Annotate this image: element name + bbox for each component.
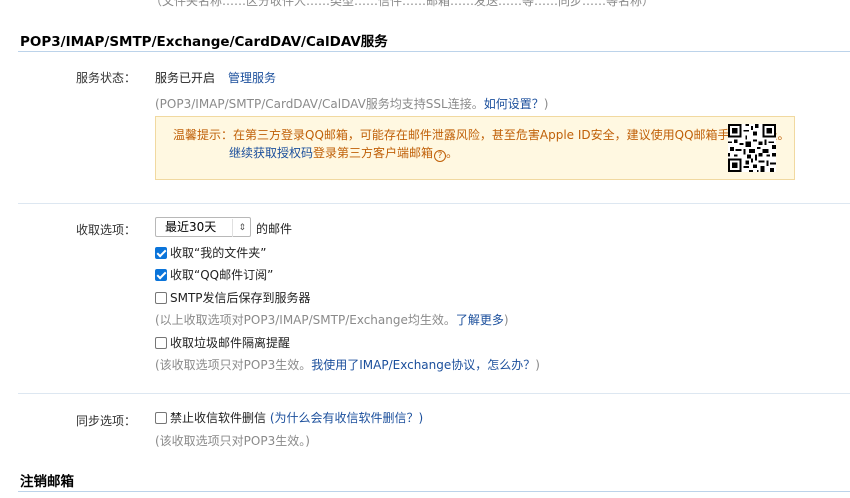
checkbox-spam-reminder[interactable] [155, 337, 167, 349]
tip-line2-end: 。 [446, 146, 459, 160]
pop3-section-title: POP3/IMAP/SMTP/Exchange/CardDAV/CalDAV服务 [20, 34, 388, 50]
option-subscription[interactable]: 收取“QQ邮件订阅” [155, 266, 273, 283]
learn-more-link[interactable]: 了解更多 [456, 313, 504, 327]
option-smtp-save[interactable]: SMTP发信后保存到服务器 [155, 289, 311, 306]
option-my-folders[interactable]: 收取“我的文件夹” [155, 244, 266, 261]
truncated-top-text: （文件夹名称……区分收件人……类型……信件……邮箱……发送……等……同步……等名… [150, 0, 655, 8]
section-divider [18, 491, 850, 492]
pop3-note-text: (该收取选项只对POP3生效。 [155, 358, 312, 372]
checkbox-subscription[interactable] [155, 269, 167, 281]
service-status-value: 服务已开启 [155, 71, 216, 85]
checkbox-smtp-save[interactable] [155, 292, 167, 304]
receive-range-suffix: 的邮件 [256, 222, 293, 236]
qr-code-icon [728, 124, 776, 172]
imap-exchange-help-link[interactable]: 我使用了IMAP/Exchange协议，怎么办？ [311, 358, 535, 372]
security-tip-line2: 继续获取授权码登录第三方客户端邮箱?。 [229, 144, 458, 162]
receive-range-select[interactable]: 最近30天 ⇕ [155, 217, 251, 237]
cancel-account-title: 注销邮箱 [20, 474, 74, 490]
scope-note-close: ) [503, 313, 509, 327]
ssl-note: (POP3/IMAP/SMTP/CardDAV/CalDAV服务均支持SSL连接… [155, 95, 548, 112]
select-arrow-icon: ⇕ [232, 219, 246, 237]
sync-options-label: 同步选项： [75, 414, 136, 428]
receive-options-label: 收取选项： [75, 223, 136, 237]
ssl-note-close: ) [543, 97, 549, 111]
receive-range-value: 最近30天 [165, 220, 217, 234]
option-no-delete-label: 禁止收信软件删信 [170, 411, 267, 425]
pop3-only-note: (该收取选项只对POP3生效。我使用了IMAP/Exchange协议，怎么办？) [155, 356, 540, 373]
divider [18, 203, 850, 204]
options-scope-note: (以上收取选项对POP3/IMAP/SMTP/Exchange均生效。了解更多) [155, 311, 509, 328]
option-spam-reminder[interactable]: 收取垃圾邮件隔离提醒 [155, 334, 290, 351]
why-deleted-link[interactable]: (为什么会有收信软件删信？) [270, 411, 423, 425]
tip-line2-text: 登录第三方客户端邮箱 [313, 146, 434, 160]
manage-service-link[interactable]: 管理服务 [228, 69, 276, 86]
option-smtp-save-label: SMTP发信后保存到服务器 [170, 291, 311, 305]
option-no-delete[interactable]: 禁止收信软件删信 (为什么会有收信软件删信？) [155, 409, 423, 426]
how-to-setup-link[interactable]: 如何设置？ [484, 97, 544, 111]
option-spam-reminder-label: 收取垃圾邮件隔离提醒 [170, 336, 291, 350]
divider [18, 393, 850, 394]
sync-pop3-note: (该收取选项只对POP3生效。) [155, 434, 310, 448]
security-tip-line1: 温馨提示：在第三方登录QQ邮箱，可能存在邮件泄露风险，甚至危害Apple ID安… [173, 128, 790, 142]
help-question-icon[interactable]: ? [434, 150, 447, 162]
checkbox-my-folders[interactable] [155, 247, 167, 259]
service-status-label: 服务状态： [75, 71, 136, 85]
option-subscription-label: 收取“QQ邮件订阅” [170, 268, 274, 282]
scope-note-text: (以上收取选项对POP3/IMAP/SMTP/Exchange均生效。 [155, 313, 456, 327]
security-tip-box: 温馨提示：在第三方登录QQ邮箱，可能存在邮件泄露风险，甚至危害Apple ID安… [155, 116, 795, 180]
checkbox-no-delete[interactable] [155, 412, 167, 424]
get-auth-code-link[interactable]: 继续获取授权码 [229, 146, 313, 160]
ssl-note-text: (POP3/IMAP/SMTP/CardDAV/CalDAV服务均支持SSL连接… [155, 97, 484, 111]
pop3-note-close: ) [535, 358, 540, 372]
section-divider [18, 51, 850, 52]
option-my-folders-label: 收取“我的文件夹” [170, 246, 267, 260]
